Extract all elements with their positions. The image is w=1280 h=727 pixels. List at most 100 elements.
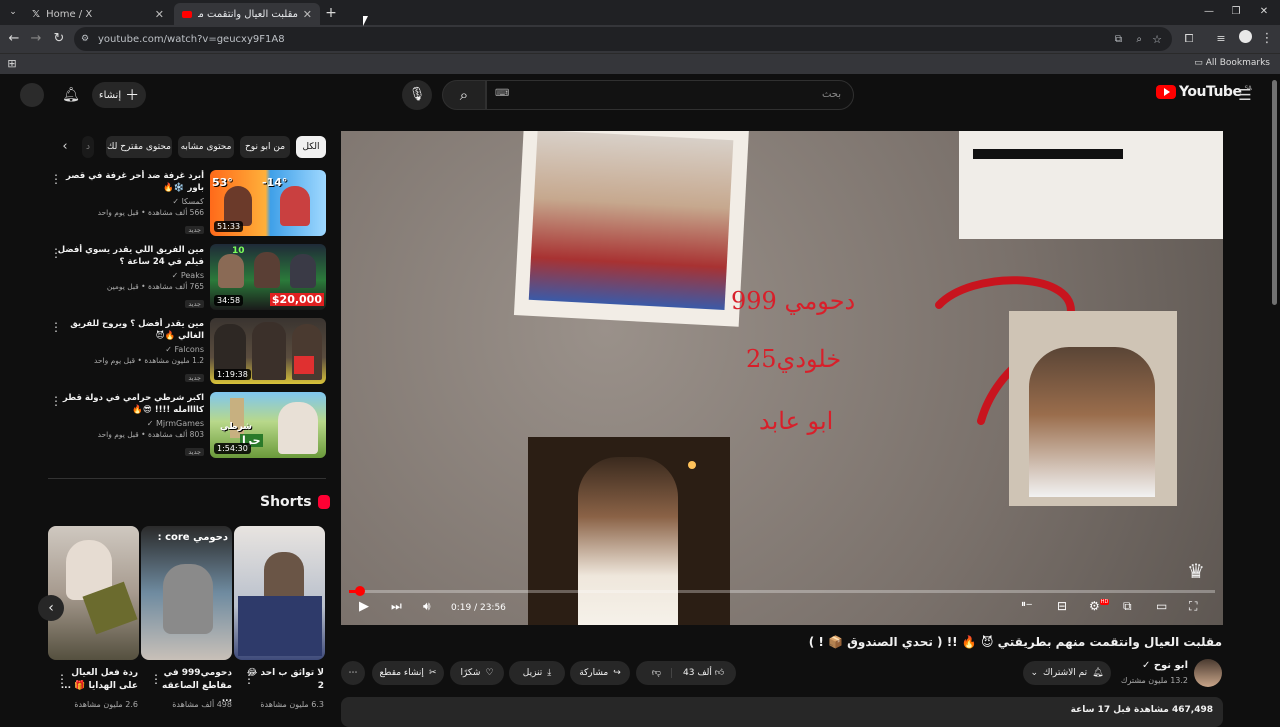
tab-youtube[interactable]: مقلبت العيال وانتقمت منهم بطر ✕ [174,3,320,25]
thanks-button[interactable]: شكرًا ♡ [450,661,504,685]
video-title[interactable]: أبرد غرفة ضد أحر غرفة في قصر باور ❄️🔥 [52,170,204,194]
play-icon[interactable]: ▶ [359,599,369,614]
maximize-button[interactable]: ❐ [1227,3,1245,21]
tab-home-x[interactable]: 𝕏 Home / X ✕ [24,3,172,25]
video-player[interactable]: دحومي 999 خلودي25 ابو عابد ♛ [341,131,1223,625]
progress-scrubber[interactable] [355,586,366,596]
short-thumbnail[interactable] [48,526,139,660]
notifications-bell-icon[interactable]: 🔔︎ [62,86,80,104]
more-options-icon[interactable]: ⋮ [243,672,255,686]
dislike-button[interactable]: 👎︎ [642,668,672,678]
new-tab-button[interactable]: + [322,4,340,22]
apps-grid-icon[interactable]: ⊞ [3,55,21,73]
new-badge: جديد [185,300,204,308]
hamburger-menu-icon[interactable]: ☰ [1236,86,1254,104]
video-title[interactable]: اكبر شرطي حرامي في دولة قطر كاااامله !!!… [52,392,204,416]
thumb-text: 53° [212,176,233,189]
browser-nav-bar: ← → ↻ ⚙ youtube.com/watch?v=geucxy9F1A8 … [0,25,1280,53]
more-options-icon[interactable]: ⋮ [50,246,62,260]
back-arrow-icon[interactable]: ← [5,30,23,48]
overlay-name: خلودي25 [746,345,842,373]
create-button[interactable]: إنشاء ＋ [92,82,146,108]
more-actions-icon[interactable]: ⋯ [341,661,365,685]
zoom-icon[interactable]: ⌕ [1136,34,1142,45]
minimize-button[interactable]: — [1200,3,1218,21]
account-avatar[interactable] [20,83,44,107]
short-title[interactable]: ردة فعل العيال على الهدايا 🎁 ... [56,667,138,693]
close-icon[interactable]: ✕ [155,8,164,21]
short-thumbnail[interactable]: دحومي core : [141,526,232,660]
volume-icon[interactable]: 🔊︎ [423,599,431,614]
fullscreen-icon[interactable]: ⛶ [1189,599,1197,614]
chip-related[interactable]: محتوى مشابه [178,136,234,158]
channel-name[interactable]: Peaks [181,271,204,280]
video-thumbnail[interactable]: شرطي حرا 1:54:30 [210,392,326,458]
sidebar-video[interactable]: 53° -14° 51:33 أبرد غرفة ضد أحر غرفة في … [44,170,326,238]
channel-watermark-icon[interactable]: ♛ [1187,559,1205,583]
sidebar-video[interactable]: 1:19:38 مين يقدر أفضل ؟ ويروح للفريق الغ… [44,318,326,386]
chevron-down-icon: ⌄ [1030,668,1038,678]
more-options-icon[interactable]: ⋮ [50,172,62,186]
video-title[interactable]: مين الفريق اللي يقدر يسوي أفضل فيلم في 2… [52,244,204,268]
chip-all[interactable]: الكل [296,136,326,158]
channel-name[interactable]: MjrmGames [156,419,204,428]
theater-mode-icon[interactable]: ▭ [1156,599,1167,613]
close-window-button[interactable]: ✕ [1255,3,1273,21]
search-input[interactable]: بحث ⌨ [486,80,854,110]
more-options-icon[interactable]: ⋮ [56,672,68,686]
forward-arrow-icon[interactable]: → [27,30,45,48]
channel-avatar[interactable] [1194,659,1222,687]
autoplay-toggle[interactable]: ⏸︎‒ [1021,599,1032,610]
chip-from-channel[interactable]: من ابو نوح [240,136,290,158]
shorts-prev-arrow-icon[interactable]: ‹ [38,595,64,621]
channel-name[interactable]: كمسكا [182,197,204,206]
channel-name[interactable]: ابو نوح [1154,660,1188,671]
browser-menu-icon[interactable]: ⋮ [1258,30,1276,48]
reload-icon[interactable]: ↻ [50,30,68,48]
keyboard-icon[interactable]: ⌨ [495,88,509,99]
channel-name[interactable]: Falcons [174,345,204,354]
progress-track[interactable] [349,590,1215,593]
profile-avatar[interactable] [1236,30,1254,48]
share-button[interactable]: مشاركة ↪ [570,661,630,685]
more-options-icon[interactable]: ⋮ [150,672,162,686]
address-bar[interactable]: ⚙ youtube.com/watch?v=geucxy9F1A8 ⧉ ⌕ ☆ [74,27,1172,51]
video-thumbnail[interactable]: 53° -14° 51:33 [210,170,326,236]
chip-partial[interactable]: د [82,136,94,158]
voice-search-mic-icon[interactable]: 🎙︎ [402,80,432,110]
subscribed-button[interactable]: ⌄ تم الاشتراك 🔔︎ [1023,661,1111,685]
bookmark-star-icon[interactable]: ☆ [1152,33,1162,46]
share-arrow-icon: ↪ [613,668,621,678]
sidebar-video[interactable]: 10 $20,000 34:58 مين الفريق اللي يقدر يس… [44,244,326,312]
like-button[interactable]: 43 ألف 👍︎ [677,668,730,678]
miniplayer-icon[interactable]: ⧉ [1123,599,1132,614]
chevron-left-icon[interactable]: ‹ [56,138,74,156]
media-icon[interactable]: ≡ [1212,30,1230,48]
description-box[interactable]: 467,498 مشاهدة قبل 17 ساعة [341,697,1223,727]
close-icon[interactable]: ✕ [303,8,312,21]
video-thumbnail[interactable]: 1:19:38 [210,318,326,384]
video-thumbnail[interactable]: 10 $20,000 34:58 [210,244,326,310]
all-bookmarks-button[interactable]: ▭ All Bookmarks [1194,58,1270,68]
next-icon[interactable]: ⏭ [391,599,402,614]
chip-recommended[interactable]: محتوى مقترح لك [106,136,172,158]
sidebar-video[interactable]: شرطي حرا 1:54:30 اكبر شرطي حرامي في دولة… [44,392,326,460]
light-bulb [688,461,696,469]
more-options-icon[interactable]: ⋮ [50,394,62,408]
page-scrollbar[interactable] [1272,80,1277,305]
more-options-icon[interactable]: ⋮ [50,320,62,334]
site-info-icon[interactable]: ⚙ [81,34,89,44]
install-icon[interactable]: ⧉ [1115,34,1122,45]
clip-button[interactable]: إنشاء مقطع ✂ [372,661,444,685]
download-button[interactable]: تنزيل ⤓ [509,661,565,685]
short-thumbnail[interactable] [234,526,325,660]
settings-gear-icon[interactable]: ⚙HD [1089,599,1110,613]
extensions-icon[interactable]: ⧠ [1180,30,1198,48]
short-views: 2.6 مليون مشاهدة [74,700,138,709]
subtitles-icon[interactable]: ⊟ [1057,599,1067,613]
search-button[interactable]: ⌕ [442,80,486,110]
channel-name-row[interactable]: ابو نوح ✓ [1142,660,1188,671]
person-figure [224,186,252,226]
tab-search-icon[interactable]: ⌄ [4,3,22,21]
video-title[interactable]: مين يقدر أفضل ؟ ويروح للفريق الغالي 🔥😈 [52,318,204,342]
